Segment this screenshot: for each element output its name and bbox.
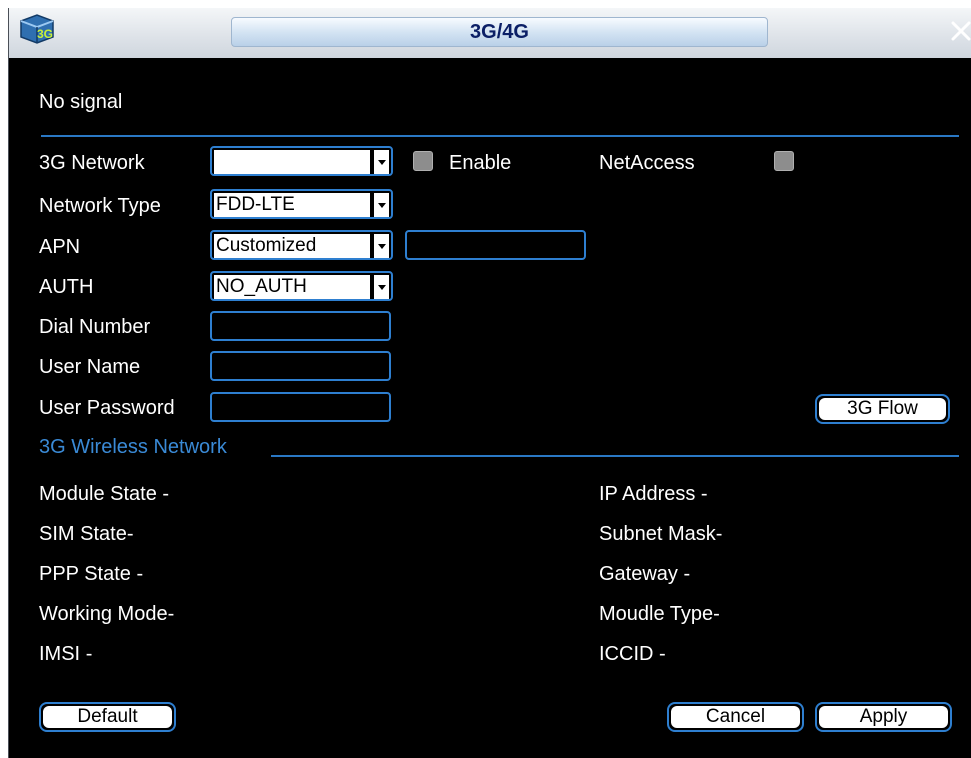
close-icon[interactable]: [949, 18, 971, 44]
module-state-label: Module State -: [39, 483, 170, 505]
apply-button[interactable]: Apply: [815, 702, 952, 732]
netaccess-checkbox[interactable]: [774, 151, 794, 171]
user-name-input[interactable]: [210, 351, 391, 381]
user-name-label: User Name: [39, 356, 141, 378]
cancel-label: Cancel: [671, 706, 800, 728]
divider: [41, 135, 959, 137]
network-select[interactable]: [210, 146, 393, 176]
3g-signal-icon: 3G: [20, 14, 54, 44]
iccid-label: ICCID -: [599, 643, 666, 665]
chevron-down-icon[interactable]: [373, 275, 389, 299]
apn-custom-input[interactable]: [405, 230, 586, 260]
title-bar: 3G 3G/4G: [9, 8, 971, 58]
ip-address-label: IP Address -: [599, 483, 708, 505]
working-mode-label: Working Mode-: [39, 603, 175, 625]
default-label: Default: [43, 706, 172, 728]
dial-number-input[interactable]: [210, 311, 391, 341]
3g-flow-label: 3G Flow: [819, 398, 946, 420]
apn-label: APN: [39, 236, 81, 258]
apn-value: Customized: [214, 234, 370, 258]
sim-state-label: SIM State-: [39, 523, 134, 545]
section-divider: [271, 455, 959, 457]
signal-status: No signal: [39, 91, 123, 113]
auth-label: AUTH: [39, 276, 94, 298]
network-type-value: FDD-LTE: [214, 193, 370, 217]
network-type-label: Network Type: [39, 195, 161, 217]
default-button[interactable]: Default: [39, 702, 176, 732]
subnet-mask-value: -: [715, 523, 723, 545]
apply-label: Apply: [819, 706, 948, 728]
svg-text:3G: 3G: [37, 27, 53, 41]
gateway-label: Gateway -: [599, 563, 691, 585]
enable-label: Enable: [449, 152, 512, 174]
imsi-label: IMSI -: [39, 643, 93, 665]
module-state-value: -: [162, 483, 170, 505]
user-password-input[interactable]: [210, 392, 391, 422]
gateway-value: -: [683, 563, 691, 585]
chevron-down-icon[interactable]: [373, 234, 389, 258]
wireless-section-title: 3G Wireless Network: [39, 436, 227, 458]
network-type-select[interactable]: FDD-LTE: [210, 189, 393, 219]
module-type-label: Moudle Type-: [599, 603, 720, 625]
working-mode-value: -: [167, 603, 175, 625]
iccid-value: -: [659, 643, 666, 665]
network-value: [214, 150, 370, 174]
network-label: 3G Network: [39, 152, 145, 174]
imsi-value: -: [85, 643, 93, 665]
dial-number-label: Dial Number: [39, 316, 151, 338]
title-pill: 3G/4G: [231, 17, 768, 47]
subnet-mask-label: Subnet Mask-: [599, 523, 723, 545]
auth-value: NO_AUTH: [214, 275, 370, 299]
chevron-down-icon[interactable]: [373, 193, 389, 217]
ppp-state-value: -: [136, 563, 144, 585]
ip-address-value: -: [700, 483, 708, 505]
chevron-down-icon[interactable]: [373, 150, 389, 174]
auth-select[interactable]: NO_AUTH: [210, 271, 393, 301]
dialog-window: 3G 3G/4G No signal 3G Network Enable Net…: [8, 8, 971, 758]
apn-select[interactable]: Customized: [210, 230, 393, 260]
window-title: 3G/4G: [470, 21, 529, 43]
user-password-label: User Password: [39, 397, 175, 419]
netaccess-label: NetAccess: [599, 152, 695, 174]
sim-state-value: -: [126, 523, 134, 545]
module-type-value: -: [713, 603, 720, 625]
enable-checkbox[interactable]: [413, 151, 433, 171]
3g-flow-button[interactable]: 3G Flow: [815, 394, 950, 424]
cancel-button[interactable]: Cancel: [667, 702, 804, 732]
ppp-state-label: PPP State -: [39, 563, 144, 585]
